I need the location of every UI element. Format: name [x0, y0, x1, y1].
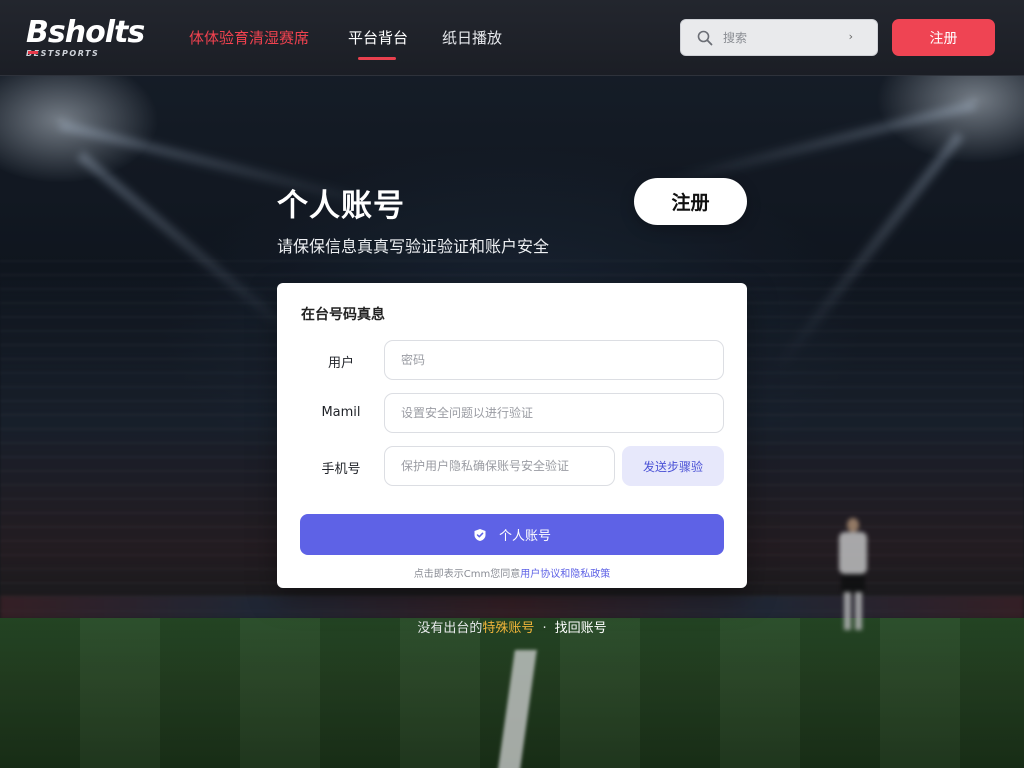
- email-label: Mamil: [321, 405, 361, 420]
- search-input[interactable]: [723, 28, 833, 48]
- terms-note: 点击即表示Cmm您同意用户协议和隐私政策: [277, 565, 747, 580]
- shield-icon: [474, 528, 486, 541]
- form-heading: 在台号码真息: [301, 307, 385, 323]
- nav-item-platform[interactable]: 平台背台: [348, 28, 408, 48]
- username-field[interactable]: [384, 340, 724, 380]
- top-navigation-bar: Bsholts BESTSPORTS 体体验育清湿赛席 平台背台 纸日播放 › …: [0, 0, 1024, 76]
- separator-dot: ·: [542, 621, 547, 636]
- phone-field[interactable]: [384, 446, 615, 486]
- account-recovery-line: 没有出台的特殊账号 · 找回账号: [0, 617, 1024, 636]
- email-field[interactable]: [384, 393, 724, 433]
- nav-item-records[interactable]: 纸日播放: [442, 28, 502, 48]
- send-code-button[interactable]: 发送步骤验: [622, 446, 724, 486]
- search-box[interactable]: ›: [680, 19, 878, 56]
- recovery-prefix: 没有出台的: [417, 621, 483, 636]
- nav-active-indicator: [358, 57, 396, 60]
- site-logo[interactable]: Bsholts BESTSPORTS: [26, 15, 166, 59]
- submit-label: 个人账号: [498, 529, 551, 544]
- submit-account-button[interactable]: 个人账号: [300, 514, 724, 555]
- page-title: 个人账号: [277, 188, 405, 224]
- recover-account-link[interactable]: 找回账号: [555, 621, 607, 636]
- username-label: 用户: [327, 356, 354, 371]
- nav-item-brand[interactable]: 体体验育清湿赛席: [189, 28, 309, 48]
- terms-note-text: 点击即表示Cmm您同意: [413, 569, 521, 580]
- register-button[interactable]: 注册: [892, 19, 995, 56]
- page-subtitle: 请保保信息真真写验证验证和账户安全: [277, 237, 550, 256]
- account-form-card: 在台号码真息 用户 Mamil 手机号 发送步骤验 个人账号 点击即表示Cmm您…: [277, 283, 747, 588]
- logo-accent-bar: [28, 51, 38, 54]
- special-account-link[interactable]: 特殊账号: [482, 621, 534, 636]
- phone-label: 手机号: [321, 462, 361, 477]
- search-icon: [697, 30, 713, 46]
- chevron-right-icon: ›: [848, 30, 853, 43]
- terms-link[interactable]: 用户协议和隐私政策: [520, 569, 610, 580]
- logo-wordmark: Bsholts: [26, 15, 145, 50]
- logo-subtext: BESTSPORTS: [26, 49, 100, 58]
- register-pill-button[interactable]: 注册: [634, 178, 747, 225]
